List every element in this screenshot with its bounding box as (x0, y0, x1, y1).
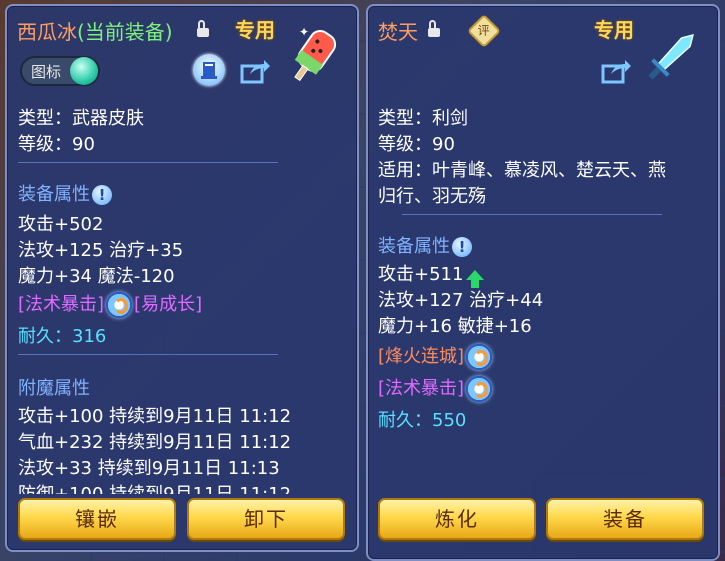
up-arrow-icon (466, 270, 485, 288)
skill-swirl-icon (466, 344, 493, 370)
item-type: 类型：武器皮肤 (18, 108, 144, 129)
skill-label[interactable]: [法术暴击] (378, 378, 464, 399)
lock-icon[interactable] (197, 20, 209, 37)
enchant-line: 攻击+100 持续到9月11日 11:12 (18, 406, 292, 427)
info-icon[interactable]: ! (92, 185, 112, 205)
skill-swirl-icon (106, 292, 133, 318)
durability: 耐久：550 (378, 410, 467, 431)
svg-text:✦: ✦ (299, 25, 309, 39)
equipped-label: (当前装备) (77, 20, 173, 44)
toggle-label: 图标 (31, 63, 62, 81)
stat-line: 魔力+16 敏捷+16 (378, 316, 532, 337)
suitable-line: 归行、羽无殇 (378, 186, 486, 207)
share-icon[interactable] (601, 58, 631, 84)
attack-stat: 攻击+511 (378, 264, 464, 285)
toggle-knob (70, 57, 98, 85)
stat-line: 法攻+125 治疗+35 (18, 240, 184, 261)
skill-row: [法术暴击] (378, 374, 494, 402)
skill-label[interactable]: [烽火连城] (378, 346, 464, 367)
equip-attr-section: 装备属性! (378, 232, 472, 258)
share-icon[interactable] (240, 58, 270, 84)
eval-icon[interactable]: 评 (467, 14, 501, 48)
lock-icon[interactable] (428, 20, 440, 37)
equip-button[interactable]: 装备 (546, 498, 704, 540)
current-equipment-panel: 西瓜冰(当前装备) 专用 ✦ 图标 类型：武器皮肤 等级：90 装备属性! 攻击… (5, 4, 359, 552)
ice-sword-icon (648, 34, 694, 80)
item-level: 等级：90 (18, 134, 95, 155)
skill-label[interactable]: [法术暴击] (18, 294, 104, 315)
item-name: 西瓜冰 (17, 20, 77, 44)
divider (402, 214, 662, 215)
bookmark-button[interactable] (193, 54, 225, 86)
inlay-button[interactable]: 镶嵌 (18, 498, 176, 540)
skills-row: [法术暴击] [易成长] (18, 290, 202, 318)
item-level: 等级：90 (378, 134, 455, 155)
item-title: 西瓜冰(当前装备) (17, 16, 173, 45)
section-title: 装备属性 (18, 184, 90, 205)
stat-line: 魔力+34 魔法-120 (18, 266, 175, 287)
compare-equipment-panel: 焚天 评 专用 类型：利剑 等级：90 适用：叶青峰、慕凌风、楚云天、燕 归行、… (366, 4, 720, 561)
section-title: 装备属性 (378, 236, 450, 257)
divider (18, 162, 278, 163)
item-type: 类型：利剑 (378, 108, 468, 129)
enchant-line: 防御+100 持续到9月11日 11:12 (18, 480, 291, 494)
refine-button[interactable]: 炼化 (378, 498, 536, 540)
enchant-section-title: 附魔属性 (18, 378, 90, 399)
unequip-button[interactable]: 卸下 (187, 498, 345, 540)
special-label: 专用 (594, 18, 634, 42)
enchant-line: 法攻+33 持续到9月11日 11:13 (18, 458, 280, 479)
info-icon[interactable]: ! (452, 237, 472, 257)
enchant-line: 气血+232 持续到9月11日 11:12 (18, 432, 292, 453)
stat-line: 法攻+127 治疗+44 (378, 290, 544, 311)
item-name: 焚天 (378, 20, 418, 44)
divider (18, 354, 278, 355)
skill-row: [烽火连城] (378, 342, 494, 370)
watermelon-popsicle-icon: ✦ (294, 25, 337, 82)
attack-row: 攻击+511 (378, 260, 485, 288)
icon-toggle[interactable]: 图标 (20, 56, 100, 86)
durability: 耐久：316 (18, 326, 107, 347)
stat-line: 攻击+502 (18, 214, 104, 235)
skill-swirl-icon (466, 376, 493, 402)
skill-label[interactable]: [易成长] (134, 294, 202, 315)
special-label: 专用 (235, 18, 275, 42)
bookmark-icon (201, 62, 217, 79)
equip-attr-section: 装备属性! (18, 180, 112, 206)
suitable-line: 适用：叶青峰、慕凌风、楚云天、燕 (378, 160, 666, 181)
